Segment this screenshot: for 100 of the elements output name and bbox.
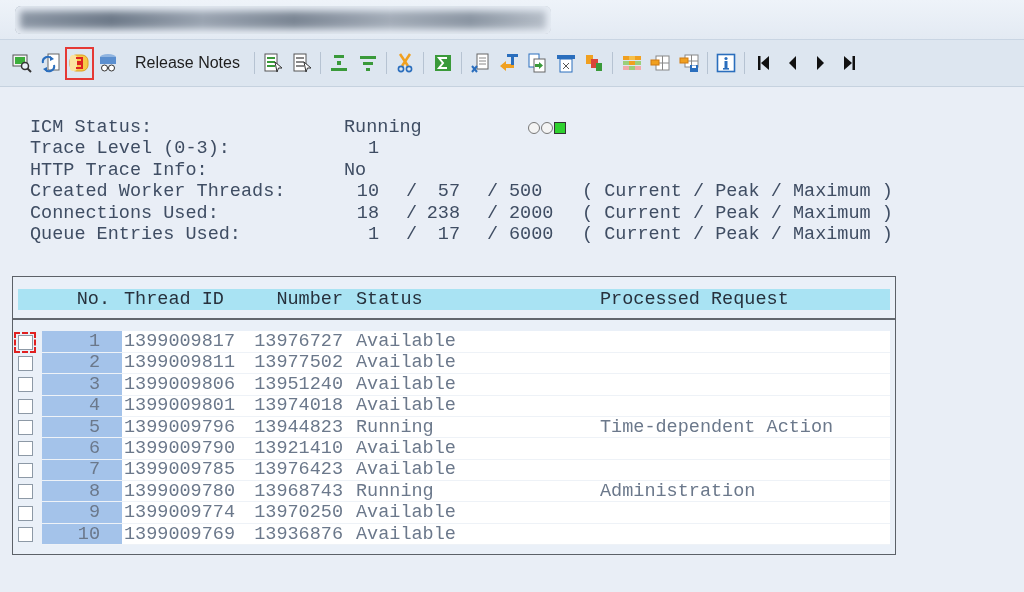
row-checkbox[interactable] [17,527,33,543]
table-cell-text: Available [355,331,457,353]
table-cell-text: 1399009811 [123,352,237,374]
sigma-icon [432,53,453,73]
status-value: 1 [366,138,379,160]
table-cell-text: 1399009769 [123,523,237,545]
row-checkbox[interactable] [17,441,33,457]
info-icon [716,53,737,73]
status-label: ICM Status: [30,117,154,139]
status-value: No [344,159,367,182]
status-label: Queue Entries Used: [30,223,242,246]
color-grid-icon [621,53,642,73]
row-checkbox[interactable] [17,505,33,521]
row-checkbox[interactable] [17,355,33,371]
table-cell-text: Available [355,459,457,481]
table-cell-text: 13968743 [253,480,343,502]
status-value: Running [344,117,422,139]
maximum-value: 6000 [508,223,555,246]
row-checkbox[interactable] [17,377,33,393]
release-notes-button[interactable]: Release Notes [122,46,250,80]
row-checkbox[interactable] [17,420,33,436]
table-cell-text: 1399009785 [123,459,237,481]
row-number-cell: 1 [42,331,122,352]
column-header: Number [275,289,343,311]
peak-value: 57 [436,181,460,203]
status-label: HTTP Trace Info: [30,159,209,182]
table-cell-text: 13970250 [253,502,343,524]
row-checkbox[interactable] [17,484,33,500]
table-cell-text: 13974018 [253,395,343,417]
row-number-cell: 7 [42,459,122,481]
row-checkbox[interactable] [17,398,33,414]
status-label: Created Worker Threads: [30,181,287,203]
glasses-barrel-icon [97,53,118,73]
table-cell-text: 1399009796 [123,416,237,438]
document-pointer-icon [291,53,312,73]
current-value: 1 [366,223,379,246]
funnel-icon [357,53,378,73]
row-number-cell: 6 [42,438,122,459]
refresh-icon [40,53,61,73]
table-cell-text: 1399009806 [123,373,237,395]
value-separator: / [485,181,498,203]
first-page-icon [758,56,770,70]
stacked-bars-icon [329,53,350,73]
table-cell-text: Available [355,523,457,545]
value-separator: / [485,223,498,246]
grid-disk-icon [678,53,699,73]
t-bar-arrow-icon [498,53,519,73]
previous-icon [788,56,796,70]
table-cell: Time-dependent Action [600,416,834,438]
document-arrow-icon [527,53,548,73]
row-number-cell: 4 [42,395,122,416]
screen-magnifier-icon [12,53,33,73]
last-page-icon [843,56,855,70]
status-label: Trace Level (0-3): [30,138,231,160]
table-cell-text: 13951240 [253,373,343,395]
table-cell-text: Available [355,502,457,524]
table-cell-text: Running [355,480,435,502]
column-header: Thread ID [123,289,225,311]
current-value: 10 [355,181,379,203]
status-label: Connections Used: [30,202,220,224]
spreadsheet-icon [470,53,491,73]
table-cell-text: 13976727 [253,331,343,353]
table-cell-text: Available [355,352,457,374]
print-preview-icon [555,53,576,73]
row-number-cell: 8 [42,481,122,502]
table-cell-text: 13977502 [253,352,343,374]
table-cell-text: Available [355,395,457,417]
legend-text: ( Current / Peak / Maximum ) [582,181,893,203]
table-cell-text: 1399009774 [123,502,237,524]
legend-text: ( Current / Peak / Maximum ) [582,202,893,224]
table-cell-text: 13944823 [253,416,343,438]
table-cell-text: 13936876 [253,523,343,545]
table-cell-text: 1399009780 [123,480,237,502]
row-number-cell: 10 [42,523,122,545]
row-number-cell: 9 [42,502,122,523]
maximum-value: 500 [508,181,544,203]
maximum-value: 2000 [508,202,555,224]
table-cell-text: 1399009801 [123,395,237,417]
table-grid-icon [650,53,671,73]
current-value: 18 [355,202,379,224]
peak-value: 238 [425,202,460,224]
next-icon [817,56,825,70]
column-header: No. [75,289,111,311]
row-checkbox[interactable] [17,462,33,478]
list-pointer-icon [263,53,284,73]
row-number-cell: 3 [42,374,122,395]
value-separator: / [485,202,498,224]
table-cell-text: Available [355,438,457,459]
table-cell-text: 13976423 [253,459,343,481]
value-separator: / [404,202,417,224]
table-cell-text: Available [355,373,457,395]
column-header: Processed Request [600,289,789,311]
row-number-cell: 5 [42,416,122,438]
zigzag-tile-icon [69,53,90,73]
legend-text: ( Current / Peak / Maximum ) [582,223,893,246]
column-header: Status [355,289,424,311]
colored-tiles-icon [584,53,605,73]
table-cell-text: 13921410 [253,438,343,459]
value-separator: / [404,181,417,203]
table-cell: Administration [600,480,756,502]
